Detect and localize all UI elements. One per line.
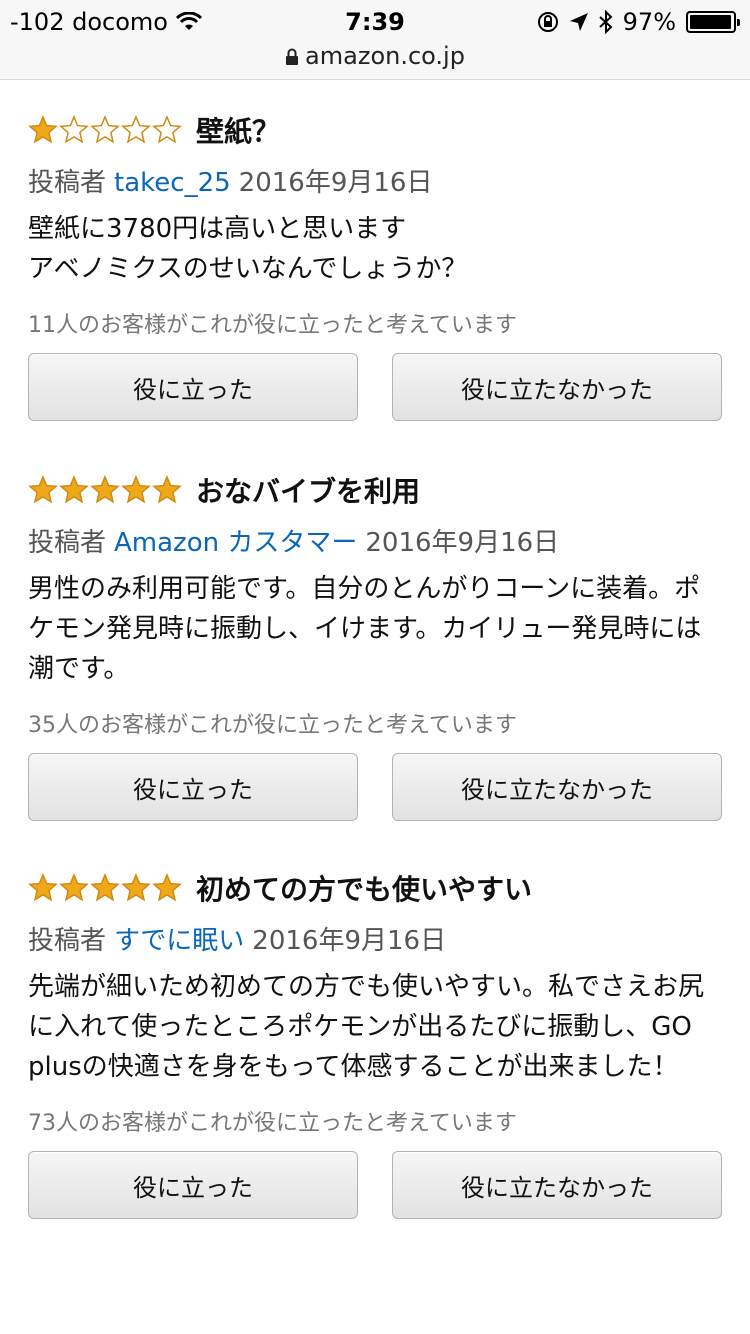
star-empty-icon	[152, 115, 182, 144]
star-filled-icon	[152, 475, 182, 504]
helpful-button[interactable]: 役に立った	[28, 1151, 358, 1219]
star-filled-icon	[90, 873, 120, 902]
helpful-count: 35人のお客様がこれが役に立ったと考えています	[28, 713, 517, 738]
address-bar[interactable]: amazon.co.jp	[0, 42, 750, 70]
review-title[interactable]: おなバイブを利用	[196, 470, 420, 510]
star-rating	[28, 873, 182, 903]
star-filled-icon	[59, 873, 89, 902]
author-link[interactable]: すでに眠い	[114, 926, 244, 956]
review-item: 壁紙？ 投稿者 takec_25 2016年9月16日壁紙に3780円は高いと思います…	[28, 108, 728, 421]
not-helpful-button[interactable]: 役に立たなかった	[392, 753, 722, 821]
battery-icon	[686, 11, 740, 33]
author-prefix: 投稿者	[28, 528, 107, 558]
review-meta: 投稿者 Amazon カスタマー 2016年9月16日	[28, 522, 728, 559]
bluetooth-icon	[598, 10, 613, 34]
helpful-button[interactable]: 役に立った	[28, 353, 358, 421]
review-title-row: おなバイブを利用	[28, 468, 728, 512]
star-rating	[28, 115, 182, 145]
review-meta: 投稿者 すでに眠い 2016年9月16日	[28, 920, 728, 957]
star-empty-icon	[121, 115, 151, 144]
not-helpful-button[interactable]: 役に立たなかった	[392, 1151, 722, 1219]
star-filled-icon	[121, 475, 151, 504]
review-item: おなバイブを利用投稿者 Amazon カスタマー 2016年9月16日男性のみ利用可…	[28, 468, 728, 821]
star-filled-icon	[28, 873, 58, 902]
author-link[interactable]: Amazon カスタマー	[114, 528, 357, 558]
lock-icon	[286, 48, 299, 65]
helpful-count: 73人のお客様がこれが役に立ったと考えています	[28, 1111, 517, 1136]
star-rating	[28, 475, 182, 505]
status-right: 97%	[537, 8, 740, 36]
review-body: 先端が細いため初めての方でも使いやすい。私でさえお尻に入れて使ったところポケモン…	[28, 972, 705, 1082]
review-body: 男性のみ利用可能です。自分のとんがりコーンに装着。ポケモン発見時に振動し、イけま…	[28, 574, 702, 684]
review-date: 2016年9月16日	[238, 168, 433, 198]
review-meta: 投稿者 takec_25 2016年9月16日	[28, 162, 728, 199]
rotation-lock-icon	[537, 12, 558, 32]
star-filled-icon	[152, 873, 182, 902]
star-filled-icon	[59, 475, 89, 504]
vote-buttons: 役に立った 役に立たなかった	[28, 753, 728, 821]
star-filled-icon	[90, 475, 120, 504]
review-title-row: 壁紙？	[28, 108, 728, 152]
review-body: 壁紙に3780円は高いと思います アベノミクスのせいなんでしょうか？	[28, 214, 468, 284]
helpful-count: 11人のお客様がこれが役に立ったと考えています	[28, 313, 517, 338]
star-filled-icon	[28, 475, 58, 504]
review-date: 2016年9月16日	[365, 528, 560, 558]
star-empty-icon	[59, 115, 89, 144]
url-text: amazon.co.jp	[305, 42, 465, 70]
review-item: 初めての方でも使いやすい投稿者 すでに眠い 2016年9月16日先端が細いため初めて…	[28, 866, 728, 1219]
battery-percent: 97%	[622, 8, 676, 36]
author-link[interactable]: takec_25	[114, 168, 231, 198]
vote-buttons: 役に立った 役に立たなかった	[28, 353, 728, 421]
author-prefix: 投稿者	[28, 926, 107, 956]
review-title[interactable]: 初めての方でも使いやすい	[196, 868, 532, 908]
star-filled-icon	[121, 873, 151, 902]
star-filled-icon	[28, 115, 58, 144]
review-title-row: 初めての方でも使いやすい	[28, 866, 728, 910]
vote-buttons: 役に立った 役に立たなかった	[28, 1151, 728, 1219]
review-title[interactable]: 壁紙？	[196, 110, 280, 150]
star-empty-icon	[90, 115, 120, 144]
status-bar: -102 docomo 7:39 97% amazon.co.jp	[0, 0, 750, 80]
author-prefix: 投稿者	[28, 168, 107, 198]
location-arrow-icon	[569, 13, 588, 31]
not-helpful-button[interactable]: 役に立たなかった	[392, 353, 722, 421]
helpful-button[interactable]: 役に立った	[28, 753, 358, 821]
review-date: 2016年9月16日	[252, 926, 447, 956]
